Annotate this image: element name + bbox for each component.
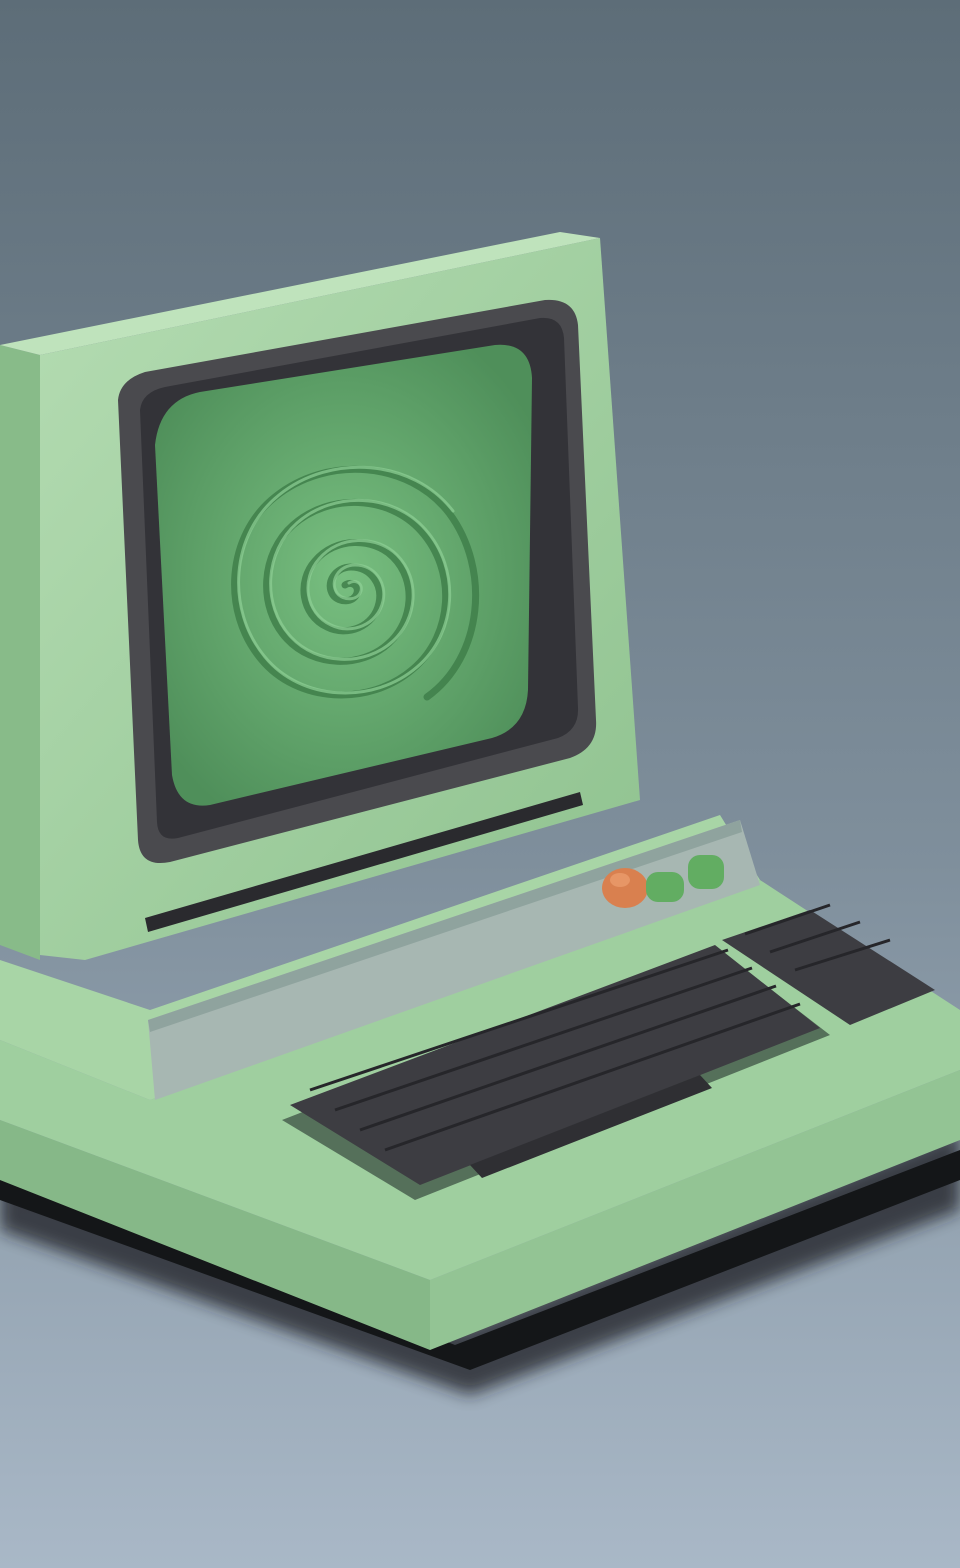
orange-button-highlight <box>610 873 630 887</box>
green-button-icon[interactable] <box>688 855 724 889</box>
green-button-icon[interactable] <box>646 872 684 902</box>
monitor-side <box>0 345 40 960</box>
scene-svg <box>0 0 960 1568</box>
clay-computer-scene <box>0 0 960 1568</box>
